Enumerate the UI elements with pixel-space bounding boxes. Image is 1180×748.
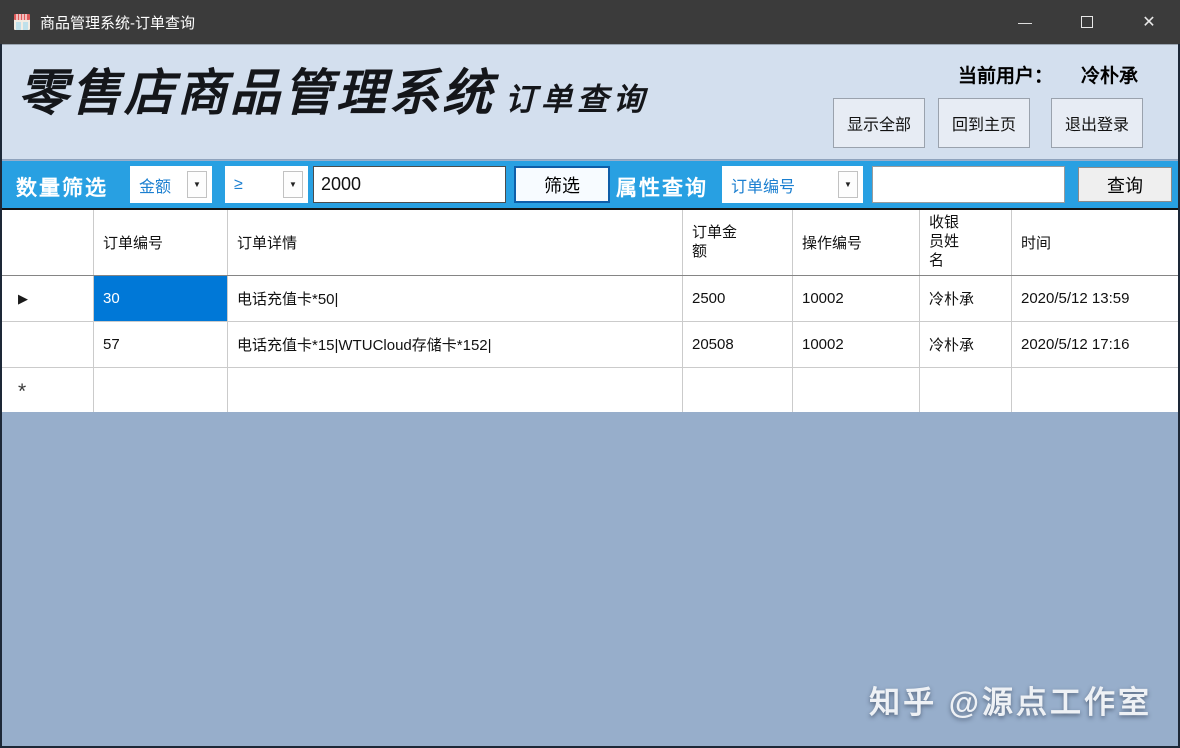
- maximize-icon: [1081, 16, 1093, 28]
- chevron-down-icon: [187, 171, 207, 198]
- cell-order-detail[interactable]: 电话充值卡*50|: [228, 276, 683, 321]
- header-panel: 零售店商品管理系统 订单查询 当前用户： 冷朴承 显示全部 回到主页 退出登录: [0, 45, 1180, 160]
- column-header-order-detail[interactable]: 订单详情: [228, 210, 683, 275]
- minimize-button[interactable]: —: [994, 0, 1056, 44]
- cell-order-amount[interactable]: [683, 368, 793, 412]
- cell-order-amount[interactable]: 2500: [683, 276, 793, 321]
- app-window: 商品管理系统-订单查询 — ✕ 零售店商品管理系统 订单查询 当前用户： 冷朴承…: [0, 0, 1180, 748]
- cell-order-id[interactable]: 30: [94, 276, 228, 321]
- cell-cashier-name[interactable]: [920, 368, 1012, 412]
- cell-order-id[interactable]: 57: [94, 322, 228, 367]
- cell-order-amount[interactable]: 20508: [683, 322, 793, 367]
- attribute-query-input[interactable]: [872, 166, 1065, 203]
- column-header-order-id[interactable]: 订单编号: [94, 210, 228, 275]
- chevron-down-icon: [838, 171, 858, 198]
- filter-operator-select[interactable]: ≥: [225, 166, 308, 203]
- brand-title: 零售店商品管理系统 订单查询: [18, 53, 649, 125]
- column-header-order-amount[interactable]: 订单金额: [683, 210, 793, 275]
- current-row-arrow-icon: ▶: [18, 290, 28, 306]
- brand-main-text: 零售店商品管理系统: [18, 63, 495, 122]
- filter-value-input[interactable]: [313, 166, 506, 203]
- watermark-text: 知乎 @源点工作室: [869, 685, 1152, 720]
- attribute-query-label: 属性查询: [616, 177, 708, 200]
- cell-cashier-name[interactable]: 冷朴承: [920, 322, 1012, 367]
- current-user-line: 当前用户： 冷朴承: [958, 61, 1138, 88]
- current-user-label: 当前用户：: [957, 66, 1053, 87]
- quantity-filter-label: 数量筛选: [16, 177, 108, 200]
- orders-table: 订单编号 订单详情 订单金额 操作编号 收银员姓名 时间 ▶ 30 电话充值卡*…: [2, 208, 1178, 412]
- cell-operator-id[interactable]: [793, 368, 920, 412]
- cell-time[interactable]: 2020/5/12 17:16: [1012, 322, 1178, 367]
- row-selector[interactable]: ▶: [2, 276, 94, 321]
- row-selector[interactable]: [2, 322, 94, 367]
- filter-bar: 数量筛选 金额 ≥ 筛选 属性查询 订单编号 查询: [0, 161, 1180, 208]
- cell-time[interactable]: [1012, 368, 1178, 412]
- close-button[interactable]: ✕: [1118, 0, 1180, 44]
- brand-sub-text: 订单查询: [505, 82, 649, 118]
- cell-order-detail[interactable]: 电话充值卡*15|WTUCloud存储卡*152|: [228, 322, 683, 367]
- filter-field-select[interactable]: 金额: [130, 166, 212, 203]
- maximize-button[interactable]: [1056, 0, 1118, 44]
- query-button[interactable]: 查询: [1078, 167, 1172, 202]
- filter-button[interactable]: 筛选: [514, 166, 610, 203]
- window-title: 商品管理系统-订单查询: [40, 14, 195, 32]
- close-icon: ✕: [1142, 14, 1156, 31]
- back-home-button[interactable]: 回到主页: [937, 98, 1030, 148]
- column-header-time[interactable]: 时间: [1012, 210, 1178, 275]
- cell-time[interactable]: 2020/5/12 13:59: [1012, 276, 1178, 321]
- storefront-app-icon: [13, 13, 31, 31]
- header-buttons: 显示全部 回到主页 退出登录: [818, 98, 1143, 148]
- new-row-asterisk-icon: *: [18, 380, 27, 403]
- column-header-operator-id[interactable]: 操作编号: [793, 210, 920, 275]
- current-user-name: 冷朴承: [1080, 66, 1138, 87]
- cell-cashier-name[interactable]: 冷朴承: [920, 276, 1012, 321]
- window-controls: — ✕: [994, 0, 1180, 44]
- show-all-button[interactable]: 显示全部: [832, 98, 925, 148]
- cell-operator-id[interactable]: 10002: [793, 322, 920, 367]
- titlebar[interactable]: 商品管理系统-订单查询 — ✕: [0, 0, 1180, 44]
- table-new-row: *: [2, 368, 1178, 412]
- cell-operator-id[interactable]: 10002: [793, 276, 920, 321]
- row-selector-header[interactable]: [2, 210, 94, 275]
- chevron-down-icon: [283, 171, 303, 198]
- minimize-icon: —: [1018, 14, 1032, 30]
- cell-order-detail[interactable]: [228, 368, 683, 412]
- column-header-cashier-name[interactable]: 收银员姓名: [920, 210, 1012, 275]
- table-row: ▶ 30 电话充值卡*50| 2500 10002 冷朴承 2020/5/12 …: [2, 276, 1178, 322]
- logout-button[interactable]: 退出登录: [1050, 98, 1143, 148]
- table-header-row: 订单编号 订单详情 订单金额 操作编号 收银员姓名 时间: [2, 210, 1178, 276]
- filter-field-value: 金额: [139, 178, 172, 196]
- attribute-field-value: 订单编号: [731, 178, 796, 196]
- filter-operator-value: ≥: [234, 175, 243, 193]
- row-selector[interactable]: *: [2, 368, 94, 412]
- attribute-field-select[interactable]: 订单编号: [722, 166, 863, 203]
- table-row: 57 电话充值卡*15|WTUCloud存储卡*152| 20508 10002…: [2, 322, 1178, 368]
- cell-order-id[interactable]: [94, 368, 228, 412]
